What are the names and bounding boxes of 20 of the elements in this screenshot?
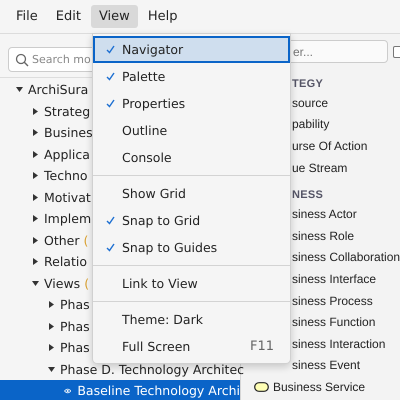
tree-label: Applica xyxy=(44,146,90,162)
tree-label: Baseline Technology Archi xyxy=(77,383,240,398)
palette-section-heading: TEGY xyxy=(292,78,324,92)
tree-label: ArchiSura xyxy=(28,82,88,98)
tree-label: Techno xyxy=(44,168,88,184)
tree-label: Relatio xyxy=(44,254,87,270)
tree-label: Strateg xyxy=(44,104,90,119)
tree-label: Busines xyxy=(44,125,93,140)
tree-label: Implem xyxy=(44,211,92,226)
item-count: ( xyxy=(84,276,90,291)
tree-label: Views xyxy=(44,276,80,291)
palette-section-heading: NESS xyxy=(292,189,324,204)
tree-label: Phas xyxy=(60,318,90,334)
tree-label: Other xyxy=(44,232,80,248)
tree-label: Phas xyxy=(60,340,90,356)
shortcut-label: F11 xyxy=(250,339,274,354)
item-count: ( xyxy=(84,232,88,248)
tree-label: Motivat xyxy=(44,190,91,205)
tree-label: Phas xyxy=(60,297,90,312)
tree-label: Phase D. Technology Architec xyxy=(60,362,244,377)
